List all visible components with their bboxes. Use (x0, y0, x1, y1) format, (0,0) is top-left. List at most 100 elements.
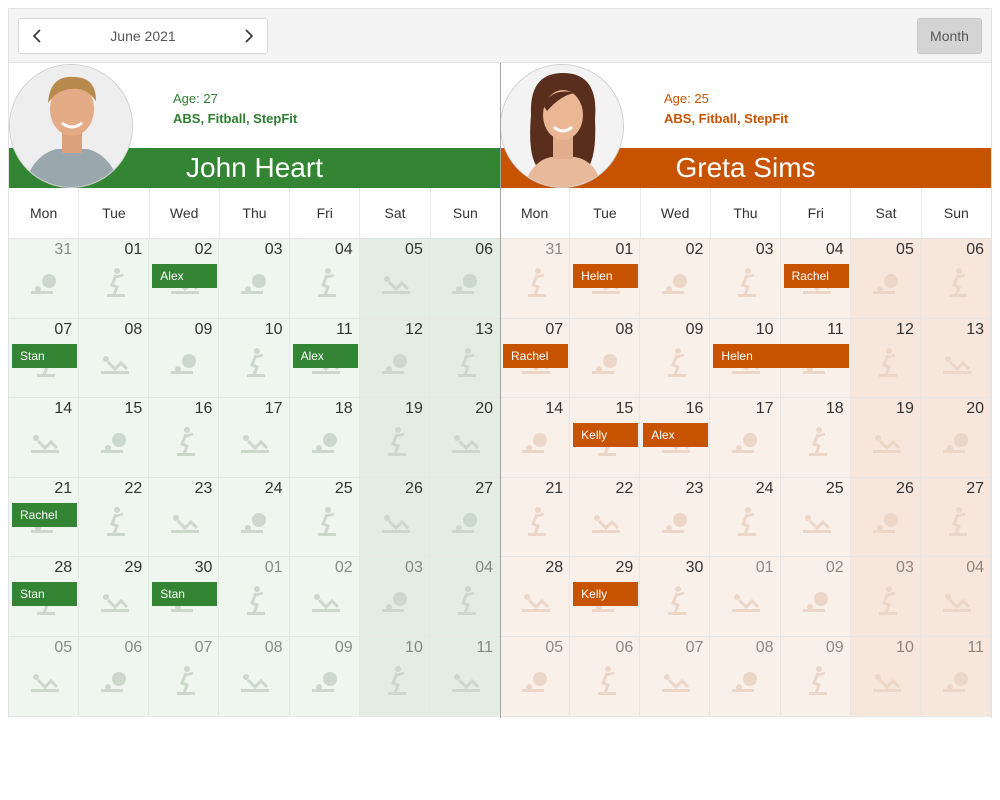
date-cell[interactable]: 07 (149, 637, 220, 717)
appointment[interactable]: Alex (152, 264, 218, 288)
date-cell[interactable]: 30 (640, 557, 711, 637)
appointment[interactable]: Alex (643, 423, 709, 448)
date-cell[interactable]: 09 (780, 637, 851, 717)
date-cell[interactable]: 18 (780, 398, 851, 478)
appointment[interactable]: Alex (292, 343, 358, 368)
date-cell[interactable]: 11 (920, 637, 991, 717)
date-cell[interactable]: 08 (219, 637, 290, 717)
date-cell[interactable]: 31 (9, 239, 80, 319)
date-cell[interactable]: 20 (429, 398, 500, 478)
appointment[interactable]: Helen (573, 264, 639, 288)
date-cell[interactable]: 19 (850, 398, 921, 478)
abs-icon (941, 347, 973, 379)
date-cell[interactable]: 04 (920, 557, 991, 637)
appointment[interactable]: Rachel (783, 264, 849, 288)
date-cell[interactable]: 24 (219, 477, 290, 558)
date-cell[interactable]: 17 (219, 398, 290, 478)
date-cell[interactable]: 11 (429, 637, 500, 717)
date-number: 04 (334, 241, 353, 258)
date-cell[interactable]: 31 (500, 239, 571, 319)
date-cell[interactable]: 22 (570, 477, 641, 558)
date-cell[interactable]: 07 (640, 637, 711, 717)
date-cell[interactable]: 26 (850, 477, 921, 558)
date-cell[interactable]: 10 (359, 637, 430, 717)
appointment[interactable]: Stan (12, 582, 78, 607)
date-number: 24 (755, 479, 774, 497)
date-cell[interactable]: 25 (289, 477, 360, 558)
month-view-button[interactable]: Month (917, 18, 982, 54)
date-cell[interactable]: 01 (219, 557, 290, 637)
date-cell[interactable]: 23 (149, 477, 220, 558)
date-cell[interactable]: 21 (500, 477, 571, 558)
date-number: 03 (755, 241, 774, 258)
date-cell[interactable]: 05 (359, 239, 430, 319)
date-cell[interactable]: 12 (359, 318, 430, 399)
date-cell[interactable]: 05 (850, 239, 921, 319)
weekday-label: Fri (780, 188, 850, 238)
date-cell[interactable]: 08 (79, 318, 150, 399)
chevron-left-icon[interactable] (19, 19, 55, 53)
date-cell[interactable]: 08 (710, 637, 781, 717)
appointment[interactable]: Helen (713, 343, 849, 368)
date-cell[interactable]: 23 (640, 477, 711, 558)
date-cell[interactable]: 13 (920, 318, 991, 399)
date-cell[interactable]: 06 (429, 239, 500, 319)
date-cell[interactable]: 10 (219, 318, 290, 399)
date-cell[interactable]: 14 (9, 398, 80, 478)
weekday-label: Wed (639, 188, 710, 238)
date-cell[interactable]: 22 (79, 477, 150, 558)
date-cell[interactable]: 14 (500, 398, 571, 478)
date-cell[interactable]: 03 (850, 557, 921, 637)
date-cell[interactable]: 06 (570, 637, 641, 717)
date-cell[interactable]: 12 (850, 318, 921, 399)
date-cell[interactable]: 02 (780, 557, 851, 637)
date-cell[interactable]: 19 (359, 398, 430, 478)
date-cell[interactable]: 02 (289, 557, 360, 637)
stepfit-icon (169, 665, 201, 697)
date-cell[interactable]: 09 (289, 637, 360, 717)
date-cell[interactable]: 09 (640, 318, 711, 399)
date-cell[interactable]: 01 (79, 239, 150, 319)
date-number: 13 (966, 320, 984, 338)
date-cell[interactable]: 27 (429, 477, 500, 558)
date-number: 01 (264, 559, 283, 577)
date-cell[interactable]: 25 (780, 477, 851, 558)
date-cell[interactable]: 03 (710, 239, 781, 319)
appointment[interactable]: Stan (152, 582, 218, 607)
date-cell[interactable]: 04 (289, 239, 360, 319)
date-cell[interactable]: 08 (570, 318, 641, 399)
date-number: 06 (966, 241, 984, 258)
date-cell[interactable]: 09 (149, 318, 220, 399)
date-cell[interactable]: 01 (710, 557, 781, 637)
date-cell[interactable]: 02 (640, 239, 711, 319)
date-cell[interactable]: 16 (149, 398, 220, 478)
appointment[interactable]: Kelly (573, 582, 639, 607)
appointment[interactable]: Rachel (503, 343, 569, 368)
appointment[interactable]: Kelly (573, 423, 639, 448)
date-cell[interactable]: 18 (289, 398, 360, 478)
appointment[interactable]: Rachel (12, 502, 78, 527)
date-cell[interactable]: 20 (920, 398, 991, 478)
date-cell[interactable]: 04 (429, 557, 500, 637)
date-cell[interactable]: 10 (850, 637, 921, 717)
date-cell[interactable]: 03 (359, 557, 430, 637)
date-navigator-caption[interactable]: June 2021 (55, 19, 231, 53)
date-number: 07 (545, 320, 564, 338)
date-cell[interactable]: 13 (429, 318, 500, 399)
date-cell[interactable]: 28 (500, 557, 571, 637)
date-cell[interactable]: 15 (79, 398, 150, 478)
abs-icon (660, 665, 692, 697)
date-cell[interactable]: 05 (9, 637, 80, 717)
date-cell[interactable]: 03 (219, 239, 290, 319)
date-cell[interactable]: 27 (920, 477, 991, 558)
date-number: 21 (545, 479, 564, 497)
appointment[interactable]: Stan (12, 343, 78, 368)
date-cell[interactable]: 24 (710, 477, 781, 558)
chevron-right-icon[interactable] (231, 19, 267, 53)
date-cell[interactable]: 26 (359, 477, 430, 558)
date-cell[interactable]: 29 (79, 557, 150, 637)
date-cell[interactable]: 17 (710, 398, 781, 478)
date-cell[interactable]: 05 (500, 637, 571, 717)
date-cell[interactable]: 06 (920, 239, 991, 319)
date-cell[interactable]: 06 (79, 637, 150, 717)
